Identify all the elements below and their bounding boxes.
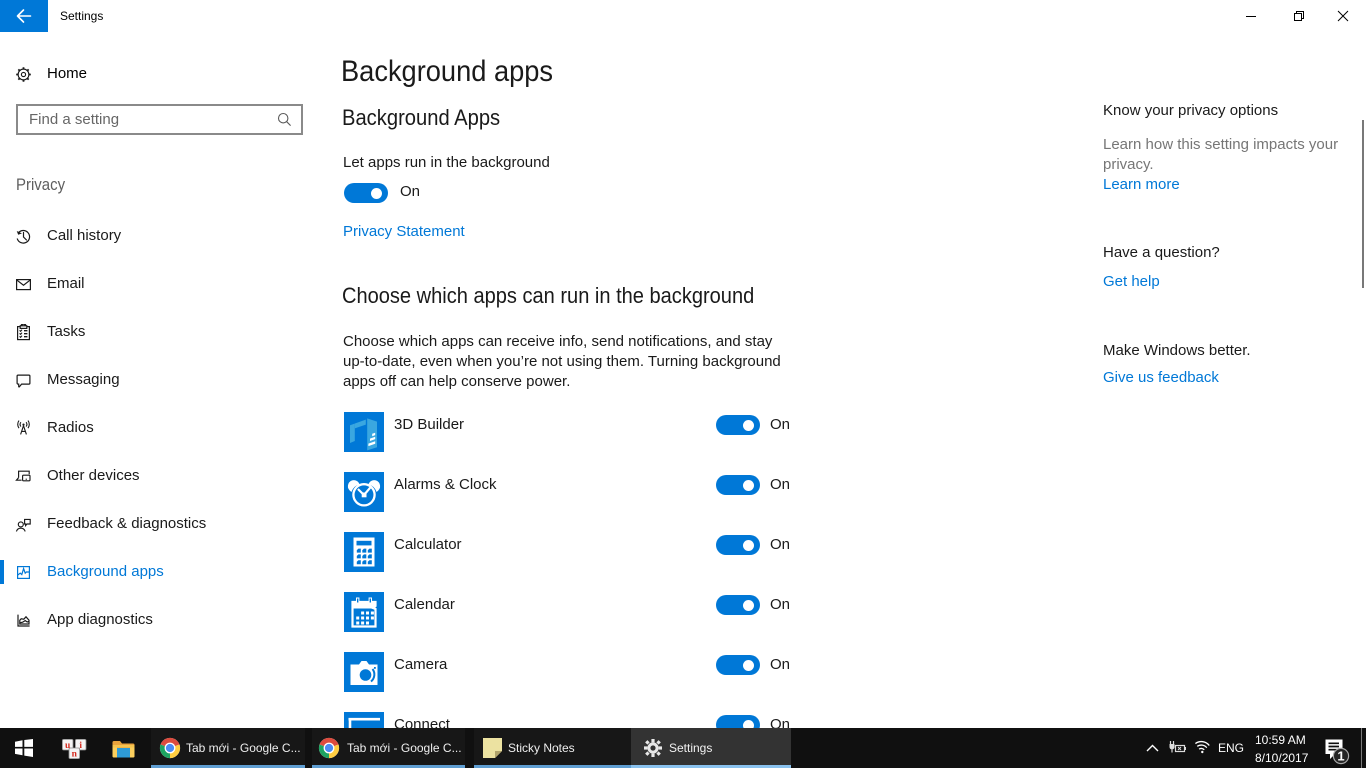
svg-text:i: i (79, 741, 82, 751)
svg-text:n: n (72, 750, 78, 759)
svg-text:u: u (65, 741, 71, 751)
svg-text:1: 1 (1337, 748, 1344, 763)
